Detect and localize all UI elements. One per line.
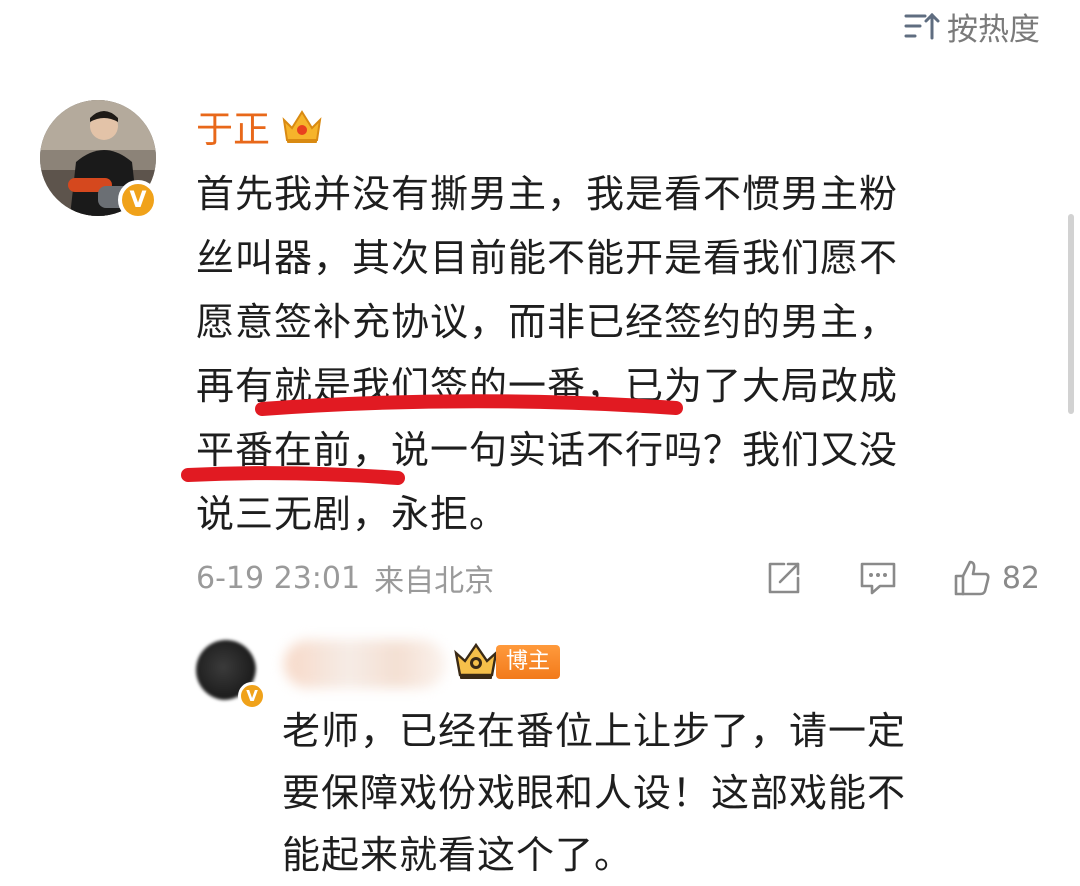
comment-line-3: 愿意签补充协议，而非已经签约的男主， xyxy=(196,300,899,344)
crown-icon xyxy=(282,110,322,143)
comment-source: 来自北京 xyxy=(374,564,495,599)
share-button[interactable] xyxy=(764,558,804,598)
reply-author-name-redacted[interactable] xyxy=(284,640,446,688)
comment-line-5: 平番在前，说一句实话不行吗？我们又没 xyxy=(196,428,899,472)
reply-verified-v-icon: V xyxy=(238,682,266,710)
comment-line-1: 首先我并没有撕男主，我是看不惯男主粉 xyxy=(196,172,899,216)
share-icon xyxy=(768,562,800,594)
comment-icon xyxy=(860,562,896,595)
like-count: 82 xyxy=(1001,560,1040,596)
comment-author[interactable]: 于正 xyxy=(196,100,324,152)
reply-body: 老师，已经在番位上让步了，请一定 要保障戏份戏眼和人设！这部戏能不 能起来就看这… xyxy=(282,700,1022,886)
comment-line-6: 说三无剧，永拒。 xyxy=(196,492,509,536)
fan-level-crown-icon xyxy=(454,642,498,679)
blogger-tag: 博主 xyxy=(496,645,561,679)
like-button[interactable]: 82 xyxy=(952,558,1040,598)
scrollbar[interactable] xyxy=(1068,214,1074,414)
reply-author-badges: 博主 xyxy=(452,642,561,682)
comment-line-2: 丝叫器，其次目前能不能开是看我们愿不 xyxy=(196,236,899,280)
username-label: 于正 xyxy=(196,108,270,151)
comment-actions: 82 xyxy=(764,552,1040,604)
comment-time: 6-19 23:01 xyxy=(196,560,361,596)
sort-by-hot-button[interactable]: 按热度 xyxy=(903,4,1040,48)
sort-label: 按热度 xyxy=(947,11,1040,48)
comment-line-4: 再有就是我们签的一番，已为了大局改成 xyxy=(196,364,899,408)
comment-body: 首先我并没有撕男主，我是看不惯男主粉 丝叫器，其次目前能不能开是看我们愿不 愿意… xyxy=(196,162,1016,546)
reply-line-2: 要保障戏份戏眼和人设！这部戏能不 xyxy=(282,771,907,815)
verified-v-icon: V xyxy=(118,180,158,220)
thumbs-up-icon xyxy=(954,560,990,596)
sort-icon xyxy=(904,12,940,40)
comment-meta: 6-19 23:01 来自北京 xyxy=(196,556,494,600)
reply-button[interactable] xyxy=(858,558,898,598)
reply-line-3: 能起来就看这个了。 xyxy=(282,833,634,877)
reply-line-1: 老师，已经在番位上让步了，请一定 xyxy=(282,709,907,753)
